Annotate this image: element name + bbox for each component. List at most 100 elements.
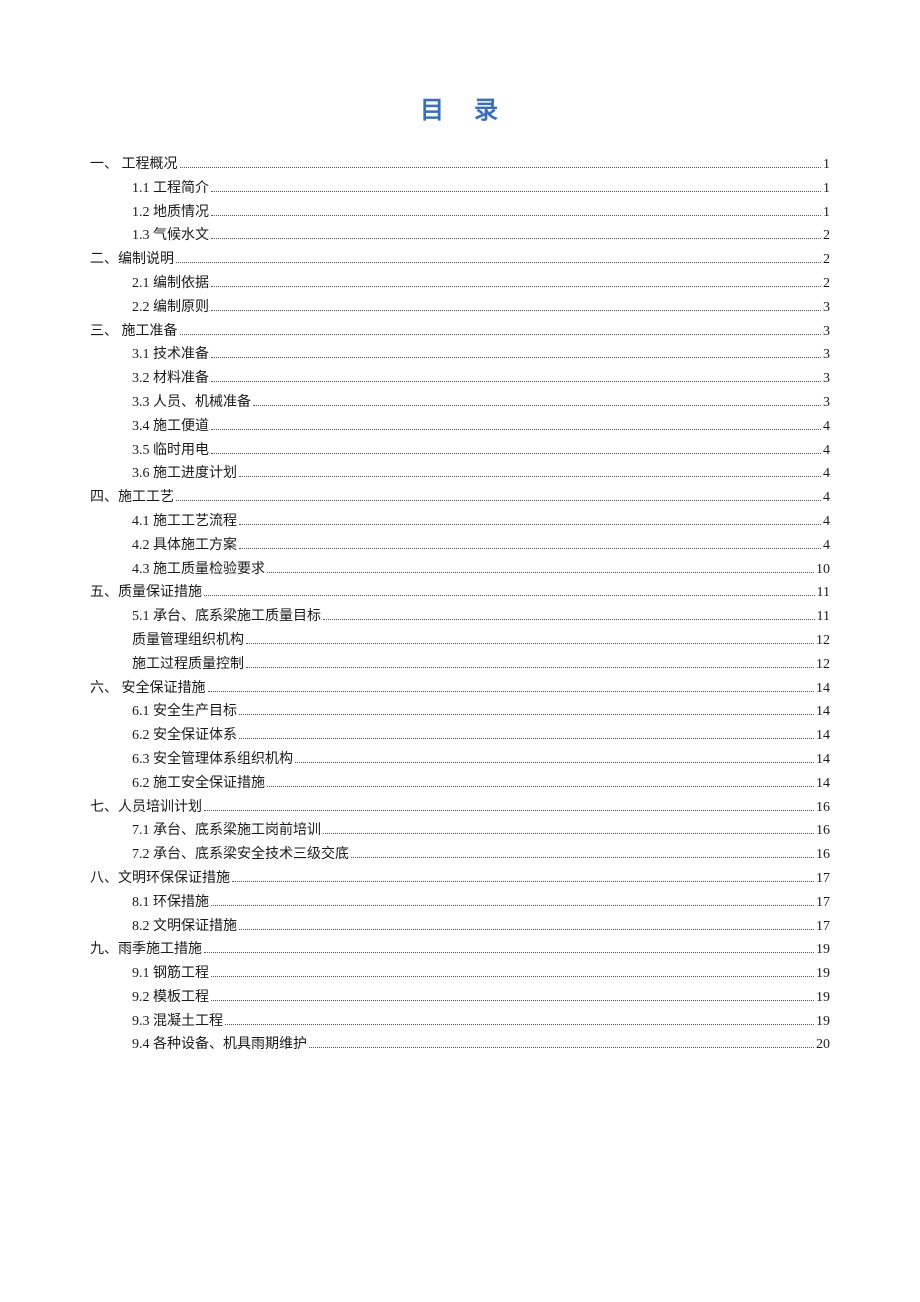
- toc-dots: [246, 643, 814, 644]
- toc-entry: 一、 工程概况1: [90, 153, 830, 177]
- toc-dots: [204, 595, 815, 596]
- toc-entry-label: 3.3 人员、机械准备: [132, 391, 251, 415]
- toc-entry-label: 7.1 承台、底系梁施工岗前培训: [132, 819, 321, 843]
- toc-entry-page: 2: [823, 272, 830, 296]
- toc-entry-page: 17: [816, 891, 830, 915]
- toc-dots: [239, 738, 814, 739]
- toc-entry-page: 3: [823, 391, 830, 415]
- toc-entry-page: 12: [816, 629, 830, 653]
- toc-dots: [351, 857, 814, 858]
- toc-entry-label: 2.2 编制原则: [132, 296, 209, 320]
- toc-dots: [267, 572, 814, 573]
- toc-entry: 六、 安全保证措施14: [90, 677, 830, 701]
- toc-entry-page: 14: [816, 748, 830, 772]
- toc-entry-page: 14: [816, 677, 830, 701]
- toc-entry-page: 4: [823, 439, 830, 463]
- toc-dots: [204, 952, 814, 953]
- toc-entry-page: 16: [816, 796, 830, 820]
- toc-dots: [180, 334, 822, 335]
- toc-entry: 3.1 技术准备 3: [90, 343, 830, 367]
- toc-entry-page: 3: [823, 296, 830, 320]
- toc-dots: [211, 453, 821, 454]
- toc-entry: 7.2 承台、底系梁安全技术三级交底16: [90, 843, 830, 867]
- toc-entry-page: 19: [816, 962, 830, 986]
- toc-entry-label: 1.2 地质情况: [132, 201, 209, 225]
- toc-entry-label: 6.2 施工安全保证措施: [132, 772, 265, 796]
- toc-entry-page: 20: [816, 1033, 830, 1057]
- toc-entry-page: 19: [816, 986, 830, 1010]
- toc-entry-page: 14: [816, 772, 830, 796]
- toc-entry-page: 16: [816, 843, 830, 867]
- toc-entry: 五、质量保证措施11: [90, 581, 830, 605]
- toc-dots: [211, 286, 821, 287]
- toc-entry-label: 七、人员培训计划: [90, 796, 202, 820]
- toc-dots: [246, 667, 814, 668]
- toc-entry-label: 6.1 安全生产目标: [132, 700, 237, 724]
- toc-dots: [239, 548, 821, 549]
- toc-entry-page: 3: [823, 367, 830, 391]
- toc-dots: [211, 215, 821, 216]
- toc-dots: [211, 191, 821, 192]
- toc-entry: 6.2 施工安全保证措施 14: [90, 772, 830, 796]
- toc-entry-label: 3.5 临时用电: [132, 439, 209, 463]
- toc-entry: 3.5 临时用电 4: [90, 439, 830, 463]
- toc-dots: [323, 619, 815, 620]
- toc-dots: [239, 476, 821, 477]
- toc-entry-page: 3: [823, 343, 830, 367]
- toc-entry-page: 14: [816, 724, 830, 748]
- toc-entry-label: 1.3 气候水文: [132, 224, 209, 248]
- toc-entry: 9.1 钢筋工程 19: [90, 962, 830, 986]
- toc-entry-label: 9.1 钢筋工程: [132, 962, 209, 986]
- toc-entry-page: 12: [816, 653, 830, 677]
- toc-entry-label: 1.1 工程简介: [132, 177, 209, 201]
- toc-dots: [309, 1047, 814, 1048]
- toc-entry: 6.3 安全管理体系组织机构14: [90, 748, 830, 772]
- toc-entry: 四、施工工艺4: [90, 486, 830, 510]
- toc-dots: [211, 1000, 814, 1001]
- toc-entry: 九、雨季施工措施19: [90, 938, 830, 962]
- toc-entry-label: 五、质量保证措施: [90, 581, 202, 605]
- toc-entry: 8.2 文明保证措施17: [90, 915, 830, 939]
- toc-dots: [211, 976, 814, 977]
- toc-entry-label: 3.6 施工进度计划: [132, 462, 237, 486]
- toc-entry-page: 14: [816, 700, 830, 724]
- toc-entry: 质量管理组织机构12: [90, 629, 830, 653]
- toc-entry-label: 8.2 文明保证措施: [132, 915, 237, 939]
- toc-entry-page: 11: [817, 605, 830, 629]
- toc-entry: 9.2 模板工程19: [90, 986, 830, 1010]
- toc-entry: 6.2 安全保证体系14: [90, 724, 830, 748]
- toc-dots: [204, 810, 814, 811]
- toc-dots: [211, 381, 821, 382]
- toc-entry-page: 1: [823, 153, 830, 177]
- toc-entry-label: 3.4 施工便道: [132, 415, 209, 439]
- toc-entry-page: 4: [823, 510, 830, 534]
- toc-entry-page: 17: [816, 867, 830, 891]
- toc-entry-label: 2.1 编制依据: [132, 272, 209, 296]
- toc-entry: 3.6 施工进度计划 4: [90, 462, 830, 486]
- toc-entry: 4.3 施工质量检验要求10: [90, 558, 830, 582]
- toc-entry: 9.4 各种设备、机具雨期维护 20: [90, 1033, 830, 1057]
- toc-dots: [239, 714, 814, 715]
- toc-entry-page: 4: [823, 462, 830, 486]
- toc-dots: [211, 429, 821, 430]
- toc-entry: 9.3 混凝土工程19: [90, 1010, 830, 1034]
- toc-entry-page: 10: [816, 558, 830, 582]
- toc-entry: 7.1 承台、底系梁施工岗前培训16: [90, 819, 830, 843]
- toc-dots: [295, 762, 814, 763]
- toc-dots: [323, 833, 814, 834]
- toc-entry: 2.2 编制原则 3: [90, 296, 830, 320]
- toc-entry: 七、人员培训计划 16: [90, 796, 830, 820]
- toc-entry: 3.4 施工便道4: [90, 415, 830, 439]
- toc-entry-label: 三、 施工准备: [90, 320, 178, 344]
- toc-entry-label: 9.4 各种设备、机具雨期维护: [132, 1033, 307, 1057]
- toc-dots: [267, 786, 814, 787]
- toc-entry: 4.1 施工工艺流程 4: [90, 510, 830, 534]
- toc-entry-label: 四、施工工艺: [90, 486, 174, 510]
- toc-dots: [211, 357, 821, 358]
- toc-entry: 2.1 编制依据 2: [90, 272, 830, 296]
- toc-entry-label: 3.1 技术准备: [132, 343, 209, 367]
- toc-entry-label: 4.1 施工工艺流程: [132, 510, 237, 534]
- toc-entry-page: 1: [823, 201, 830, 225]
- toc-dots: [239, 524, 821, 525]
- toc-entry-label: 施工过程质量控制: [132, 653, 244, 677]
